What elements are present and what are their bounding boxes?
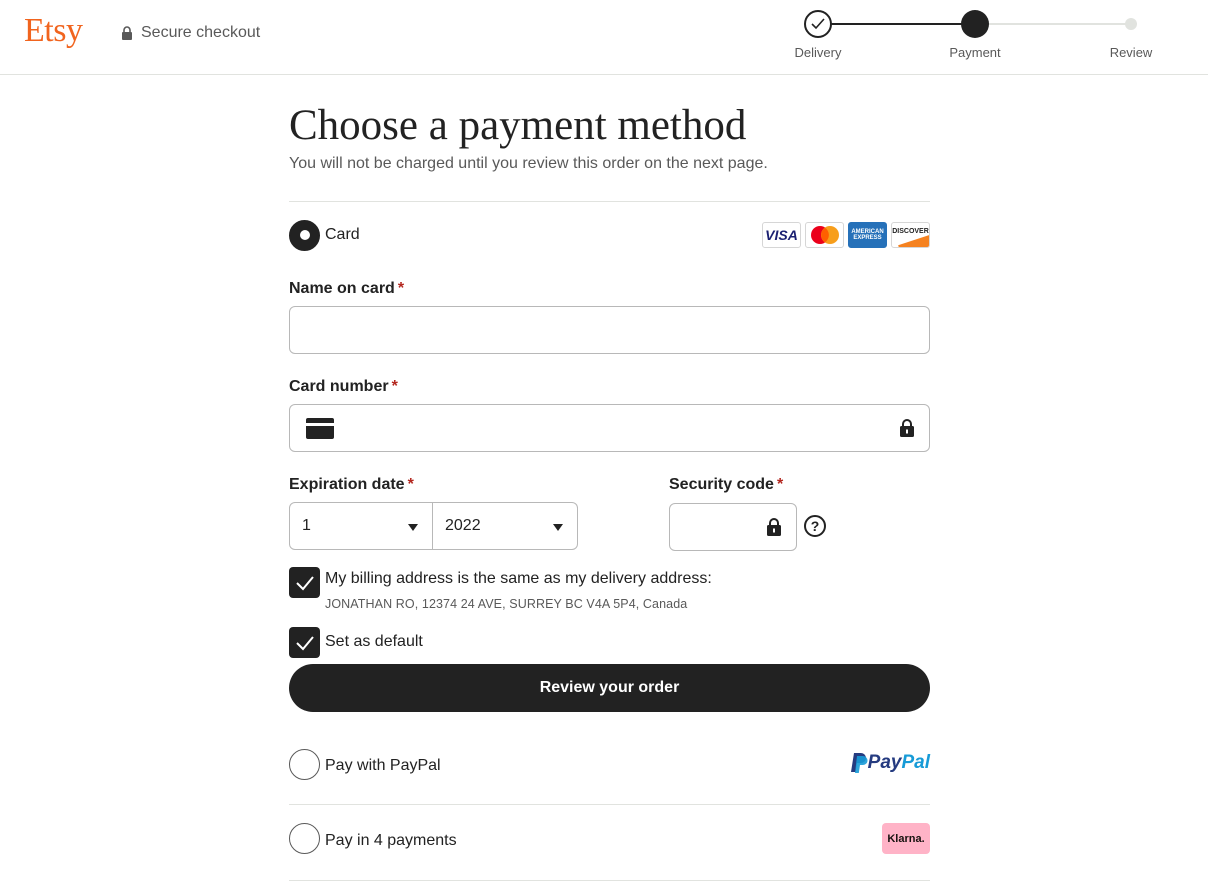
name-on-card-input[interactable] xyxy=(290,307,929,353)
step-review-marker xyxy=(1125,18,1137,30)
lock-icon xyxy=(767,518,781,536)
progress-line-complete xyxy=(818,23,975,25)
card-number-field[interactable] xyxy=(289,404,930,452)
help-icon[interactable]: ? xyxy=(804,515,826,537)
page-title: Choose a payment method xyxy=(289,102,747,149)
card-number-label: Card number * xyxy=(289,378,398,395)
klarna-option-label: Pay in 4 payments xyxy=(325,832,457,849)
card-option[interactable]: Card VISA AMERICAN EXPRESS DISCOVER xyxy=(289,219,930,251)
billing-same-checkbox[interactable] xyxy=(289,567,320,598)
checkout-header: Etsy Secure checkout Delivery Payment Re… xyxy=(0,0,1208,75)
name-on-card-label: Name on card * xyxy=(289,280,405,297)
expiration-month-select[interactable]: 1 xyxy=(289,502,433,550)
delivery-address: JONATHAN RO, 12374 24 AVE, SURREY BC V4A… xyxy=(325,597,688,611)
paypal-option-label: Pay with PayPal xyxy=(325,757,441,774)
mastercard-icon xyxy=(805,222,844,248)
card-number-input[interactable] xyxy=(290,405,929,451)
paypal-option[interactable]: Pay with PayPal Pay Pal xyxy=(289,748,930,780)
klarna-logo: Klarna. xyxy=(882,823,930,854)
visa-icon: VISA xyxy=(762,222,801,248)
expiration-year-select[interactable]: 2022 xyxy=(433,502,578,550)
etsy-logo[interactable]: Etsy xyxy=(24,12,83,50)
card-radio[interactable] xyxy=(289,219,320,251)
american-express-icon: AMERICAN EXPRESS xyxy=(848,222,887,248)
lock-icon xyxy=(122,26,132,40)
billing-same-label[interactable]: My billing address is the same as my del… xyxy=(325,570,712,588)
klarna-option[interactable]: Pay in 4 payments Klarna. xyxy=(289,822,930,854)
check-icon xyxy=(811,18,825,30)
card-logos: VISA AMERICAN EXPRESS DISCOVER xyxy=(762,222,930,248)
paypal-radio[interactable] xyxy=(289,748,320,780)
caret-down-icon xyxy=(553,524,563,531)
checkout-progress: Delivery Payment Review xyxy=(780,0,1170,74)
page-subtitle: You will not be charged until you review… xyxy=(289,155,768,172)
expiration-date-label: Expiration date * xyxy=(289,476,414,493)
set-default-label[interactable]: Set as default xyxy=(325,633,423,651)
caret-down-icon xyxy=(408,524,418,531)
step-payment-label: Payment xyxy=(949,45,1001,60)
name-on-card-field[interactable] xyxy=(289,306,930,354)
review-order-button[interactable]: Review your order xyxy=(289,664,930,712)
paypal-p-icon xyxy=(850,753,868,773)
divider xyxy=(289,880,930,881)
step-delivery-label[interactable]: Delivery xyxy=(768,45,868,60)
security-code-label: Security code * xyxy=(669,476,784,493)
card-option-label: Card xyxy=(325,226,360,243)
security-code-field[interactable] xyxy=(669,503,797,551)
lock-icon xyxy=(900,419,914,437)
expiration-month-value: 1 xyxy=(302,517,311,534)
set-default-checkbox[interactable] xyxy=(289,627,320,658)
checkmark-icon xyxy=(295,575,314,590)
divider xyxy=(289,804,930,805)
step-payment-marker xyxy=(961,10,989,38)
klarna-radio[interactable] xyxy=(289,822,320,854)
checkmark-icon xyxy=(295,635,314,650)
secure-checkout: Secure checkout xyxy=(121,24,260,42)
step-delivery-marker[interactable] xyxy=(804,10,832,38)
progress-line-upcoming xyxy=(975,23,1131,25)
step-review-label: Review xyxy=(1109,45,1153,60)
discover-icon: DISCOVER xyxy=(891,222,930,248)
expiration-year-value: 2022 xyxy=(445,517,481,534)
secure-checkout-label: Secure checkout xyxy=(141,24,261,41)
divider xyxy=(289,201,930,202)
paypal-logo: Pay Pal xyxy=(848,752,930,774)
credit-card-icon xyxy=(306,418,334,439)
